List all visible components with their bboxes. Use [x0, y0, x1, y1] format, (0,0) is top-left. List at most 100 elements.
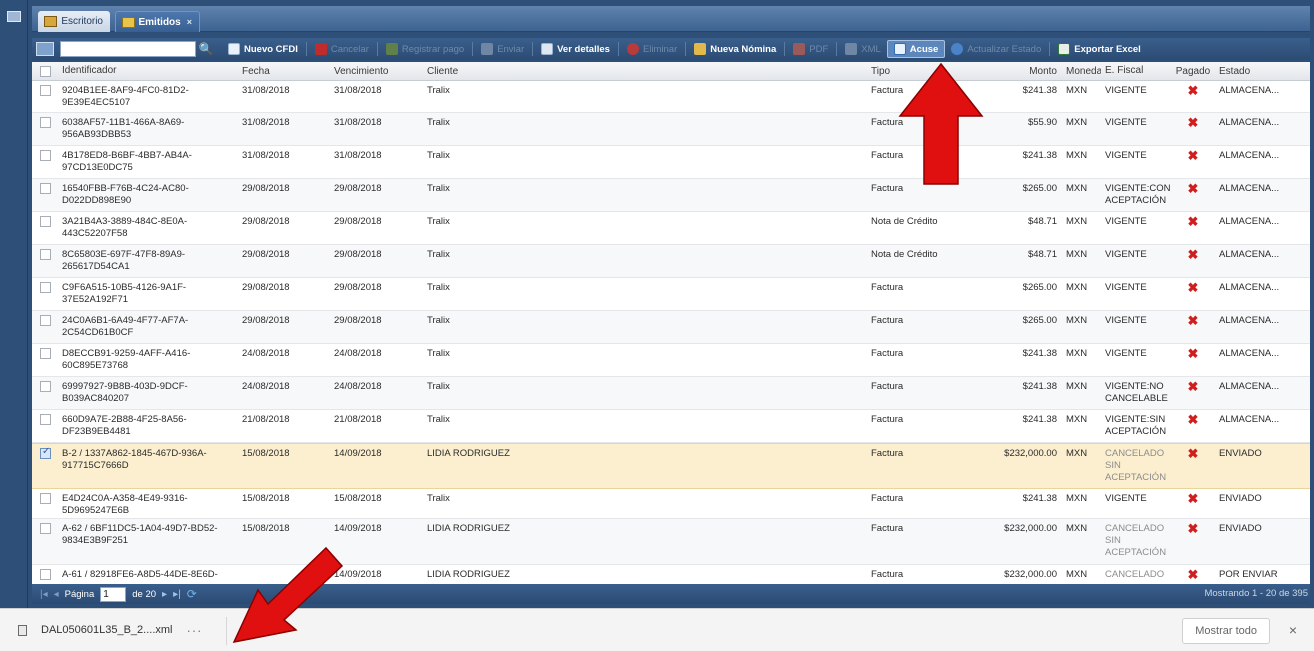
- cell-fecha: 29/08/2018: [242, 216, 290, 227]
- downloads-bar: DAL050601L35_B_2....xml ··· Mostrar todo…: [0, 608, 1314, 651]
- cell-monto: $241.38: [1022, 493, 1057, 504]
- more-options-icon[interactable]: ···: [186, 623, 202, 638]
- pdf-button[interactable]: PDF: [787, 40, 834, 58]
- unpaid-icon: ✖: [1187, 83, 1199, 97]
- search-input[interactable]: [60, 41, 196, 57]
- row-checkbox-cell: [32, 377, 58, 392]
- column-header[interactable]: Moneda: [1061, 66, 1101, 77]
- table-row[interactable]: 24C0A6B1-6A49-4F77-AF7A-2C54CD61B0CF 29/0…: [32, 311, 1310, 344]
- new-payroll-button[interactable]: Nueva Nómina: [688, 40, 782, 58]
- table-row[interactable]: 4B178ED8-B6BF-4BB7-AB4A-97CD13E0DC75 31/0…: [32, 146, 1310, 179]
- page-input[interactable]: [100, 586, 127, 602]
- column-header[interactable]: E. Fiscal: [1101, 65, 1171, 77]
- row-checkbox[interactable]: [40, 282, 51, 293]
- column-header[interactable]: Vencimiento: [330, 66, 423, 77]
- table-row[interactable]: 16540FBB-F76B-4C24-AC80-D022DD898E90 29/0…: [32, 179, 1310, 212]
- send-button[interactable]: Enviar: [475, 40, 530, 58]
- cell-id: C9F6A515-10B5-4126-9A1F-37E52A192F71: [62, 282, 187, 305]
- row-checkbox[interactable]: [40, 249, 51, 260]
- row-checkbox-cell: [32, 444, 58, 459]
- tab-escritorio[interactable]: Escritorio: [38, 11, 110, 32]
- row-checkbox[interactable]: [40, 381, 51, 392]
- last-page-icon[interactable]: ▸|: [173, 589, 181, 600]
- row-checkbox[interactable]: [40, 150, 51, 161]
- table-row[interactable]: A-62 / 6BF11DC5-1A04-49D7-BD52-9834E3B9F…: [32, 519, 1310, 565]
- row-checkbox[interactable]: [40, 493, 51, 504]
- table-row[interactable]: 8C65803E-697F-47F8-89A9-265617D54CA1 29/0…: [32, 245, 1310, 278]
- cell-venc: 14/09/2018: [334, 523, 382, 534]
- row-checkbox[interactable]: [40, 446, 51, 459]
- cancel-button[interactable]: Cancelar: [309, 40, 375, 58]
- column-header[interactable]: Fecha: [238, 66, 330, 77]
- cell-monto: $241.38: [1022, 381, 1057, 392]
- delete-button[interactable]: Eliminar: [621, 40, 683, 58]
- cell-cliente: Tralix: [427, 150, 450, 161]
- refresh-icon[interactable]: ⟳: [187, 587, 197, 601]
- cell-monto: $232,000.00: [1004, 569, 1057, 580]
- table-row[interactable]: D8ECCB91-9259-4AFF-A416-60C895E73768 24/0…: [32, 344, 1310, 377]
- cell-moneda: MXN: [1066, 348, 1088, 359]
- select-all-checkbox[interactable]: [32, 65, 58, 77]
- row-checkbox[interactable]: [40, 85, 51, 96]
- table-row[interactable]: C9F6A515-10B5-4126-9A1F-37E52A192F71 29/0…: [32, 278, 1310, 311]
- cell-venc: 24/08/2018: [334, 381, 382, 392]
- cell-fiscal: VIGENTE:SIN ACEPTACIÓN: [1105, 414, 1167, 437]
- menu-icon[interactable]: [7, 11, 21, 22]
- next-page-icon[interactable]: ▸: [162, 589, 167, 600]
- update-status-button[interactable]: Actualizar Estado: [945, 40, 1047, 58]
- column-header[interactable]: Pagado: [1171, 66, 1215, 77]
- cell-fecha: 21/08/2018: [242, 414, 290, 425]
- cell-fecha: 15/08/2018: [242, 448, 290, 459]
- first-page-icon[interactable]: |◂: [40, 589, 48, 600]
- table-row[interactable]: 9204B1EE-8AF9-4FC0-81D2-9E39E4EC5107 31/0…: [32, 81, 1310, 113]
- table-row[interactable]: 660D9A7E-2B88-4F25-8A56-DF23B9EB4481 21/0…: [32, 410, 1310, 443]
- xml-button[interactable]: XML: [839, 40, 887, 58]
- table-row[interactable]: 6038AF57-11B1-466A-8A69-956AB93DBB53 31/0…: [32, 113, 1310, 146]
- grid-menu-icon[interactable]: [36, 42, 54, 56]
- prev-page-icon[interactable]: ◂: [54, 589, 59, 600]
- toolbar-separator: [685, 42, 687, 56]
- table-row[interactable]: B-2 / 1337A862-1845-467D-936A-917715C766…: [32, 443, 1310, 489]
- export-excel-button[interactable]: Exportar Excel: [1052, 40, 1147, 58]
- checkbox[interactable]: [40, 65, 51, 77]
- cell-venc: 14/09/2018: [334, 569, 382, 580]
- tab-emitidos[interactable]: Emitidos ×: [115, 11, 200, 32]
- row-checkbox[interactable]: [40, 183, 51, 194]
- column-header[interactable]: Identificador: [58, 65, 238, 77]
- row-checkbox[interactable]: [40, 523, 51, 534]
- cell-venc: 29/08/2018: [334, 315, 382, 326]
- new-cfdi-button[interactable]: Nuevo CFDI: [222, 40, 304, 58]
- column-header[interactable]: Tipo: [867, 66, 967, 77]
- cell-moneda: MXN: [1066, 569, 1088, 580]
- search-icon[interactable]: 🔍: [198, 41, 214, 57]
- cell-venc: 31/08/2018: [334, 85, 382, 96]
- table-row[interactable]: 3A21B4A3-3889-484C-8E0A-443C52207F58 29/0…: [32, 212, 1310, 245]
- close-icon[interactable]: ×: [1289, 622, 1297, 638]
- row-checkbox[interactable]: [40, 569, 51, 580]
- page-label: Página: [64, 588, 95, 600]
- table-row[interactable]: E4D24C0A-A358-4E49-9316-5D9695247E6B 15/0…: [32, 489, 1310, 519]
- show-all-button[interactable]: Mostrar todo: [1182, 618, 1270, 644]
- row-checkbox[interactable]: [40, 348, 51, 359]
- register-payment-button[interactable]: Registrar pago: [380, 40, 470, 58]
- close-icon[interactable]: ×: [187, 17, 192, 27]
- view-details-button[interactable]: Ver detalles: [535, 40, 616, 58]
- cell-cliente: Tralix: [427, 381, 450, 392]
- row-checkbox[interactable]: [40, 117, 51, 128]
- download-file-name[interactable]: DAL050601L35_B_2....xml: [41, 624, 172, 636]
- column-header[interactable]: Monto: [967, 66, 1061, 77]
- row-checkbox[interactable]: [40, 216, 51, 227]
- column-header[interactable]: Cliente: [423, 66, 867, 77]
- cell-fecha: 29/08/2018: [242, 249, 290, 260]
- cell-estado: ALMACENA...: [1219, 117, 1280, 128]
- toolbar-separator: [472, 42, 474, 56]
- cell-fiscal: CANCELADO SIN ACEPTACIÓN: [1105, 523, 1167, 558]
- row-checkbox[interactable]: [40, 315, 51, 326]
- acuse-button[interactable]: Acuse: [886, 40, 946, 58]
- row-checkbox[interactable]: [40, 414, 51, 425]
- table-row[interactable]: A-61 / 82918FE6-A8D5-44DE-8E6D- 14/09/201…: [32, 565, 1310, 584]
- cell-monto: $265.00: [1022, 315, 1057, 326]
- column-header[interactable]: Estado: [1215, 66, 1285, 77]
- table-row[interactable]: 69997927-9B8B-403D-9DCF-B039AC840207 24/0…: [32, 377, 1310, 410]
- invoices-grid: Identificador Fecha Vencimiento Cliente …: [32, 62, 1310, 584]
